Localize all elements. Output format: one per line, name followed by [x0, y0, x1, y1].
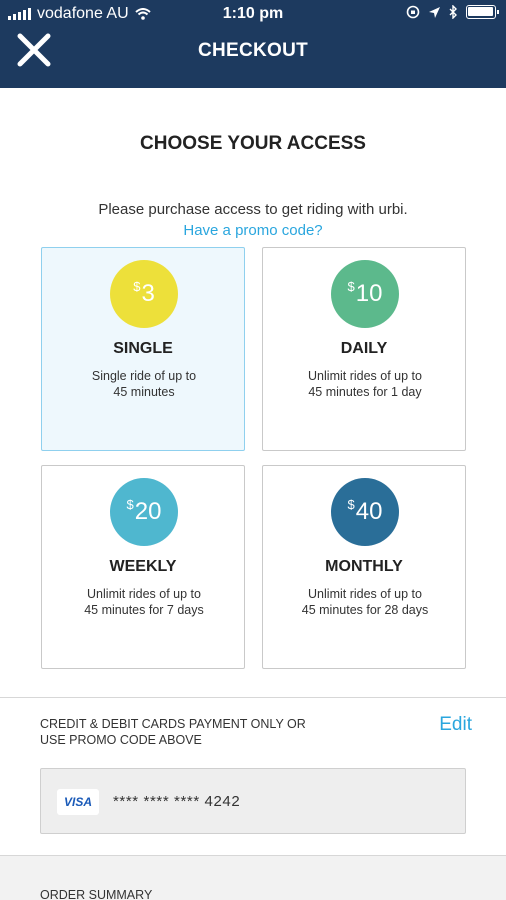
section-heading: CHOOSE YOUR ACCESS: [140, 133, 366, 154]
plan-description: Unlimit rides of up to 45 minutes for 7 d…: [84, 587, 204, 617]
orientation-lock-icon: [406, 5, 420, 19]
plan-card-single[interactable]: $3 SINGLE Single ride of up to 45 minutes: [41, 247, 245, 451]
plan-name: SINGLE: [113, 340, 173, 357]
app-header: vodafone AU 1:10 pm CHECKOUT: [0, 0, 506, 88]
plan-card-daily[interactable]: $10 DAILY Unlimit rides of up to 45 minut…: [262, 247, 466, 451]
price-badge: $10: [331, 260, 399, 328]
location-icon: [429, 6, 440, 18]
plan-card-weekly[interactable]: $20 WEEKLY Unlimit rides of up to 45 minu…: [41, 465, 245, 669]
plan-name: MONTHLY: [325, 558, 403, 575]
access-subtitle: Please purchase access to get riding wit…: [98, 201, 408, 218]
price-badge: $3: [110, 260, 178, 328]
plan-description: Unlimit rides of up to 45 minutes for 28 …: [301, 587, 429, 617]
plan-description: Single ride of up to 45 minutes: [91, 369, 197, 399]
page-title: CHECKOUT: [197, 40, 309, 61]
card-number: **** **** **** 4242: [113, 793, 241, 810]
saved-card-field[interactable]: VISA **** **** **** 4242: [40, 768, 466, 834]
payment-note: CREDIT & DEBIT CARDS PAYMENT ONLY OR USE…: [40, 717, 306, 747]
plan-name: DAILY: [340, 340, 388, 357]
price-badge: $40: [331, 478, 399, 546]
section-divider: [0, 697, 506, 698]
bluetooth-icon: [449, 5, 457, 19]
plan-description: Unlimit rides of up to 45 minutes for 1 d…: [308, 369, 422, 399]
battery-icon: [466, 5, 499, 19]
promo-code-link[interactable]: Have a promo code?: [0, 222, 506, 239]
plan-name: WEEKLY: [109, 558, 177, 575]
status-bar: vodafone AU 1:10 pm: [0, 0, 506, 30]
order-summary-label: ORDER SUMMARY: [40, 888, 153, 900]
price-badge: $20: [110, 478, 178, 546]
visa-icon: VISA: [57, 789, 99, 815]
edit-payment-link[interactable]: Edit: [439, 714, 472, 736]
plan-card-monthly[interactable]: $40 MONTHLY Unlimit rides of up to 45 min…: [262, 465, 466, 669]
